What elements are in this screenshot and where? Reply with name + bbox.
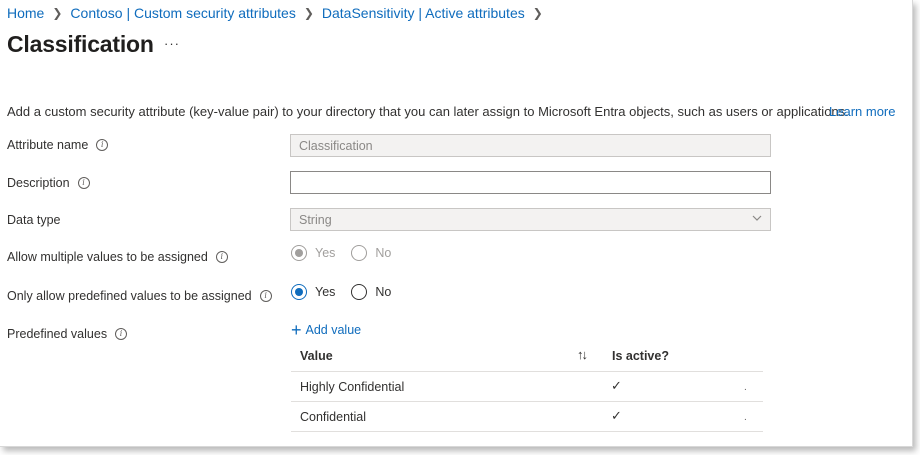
more-options-icon[interactable]: ··· [164, 36, 180, 51]
allow-multiple-label: Allow multiple values to be assigned i [7, 250, 228, 264]
breadcrumb-active-attributes-link[interactable]: DataSensitivity | Active attributes [322, 5, 525, 21]
description-field[interactable] [290, 171, 771, 194]
row-marker: . [744, 412, 747, 423]
chevron-right-icon: ❯ [52, 6, 63, 20]
chevron-down-icon [752, 215, 762, 221]
radio-yes-label: Yes [315, 285, 336, 299]
only-predefined-radio-group: Yes No [291, 284, 407, 300]
radio-unchecked-icon [351, 245, 368, 261]
check-icon: ✓ [611, 408, 622, 423]
breadcrumb-home-link[interactable]: Home [7, 5, 44, 21]
only-predefined-yes-radio[interactable]: Yes [291, 284, 335, 300]
row-value: Highly Confidential [300, 380, 405, 394]
description-label-text: Description [7, 176, 70, 190]
learn-more-link[interactable]: Learn more [829, 104, 895, 119]
allow-multiple-yes-radio[interactable]: Yes [291, 245, 335, 261]
check-icon: ✓ [611, 378, 622, 393]
data-type-label: Data type [7, 213, 61, 227]
attribute-name-label-text: Attribute name [7, 138, 89, 152]
radio-checked-icon [291, 284, 307, 300]
data-type-value: String [299, 212, 332, 227]
data-type-label-text: Data type [7, 213, 61, 227]
table-header: Value ↑↓ Is active? [291, 343, 763, 372]
intro-text: Add a custom security attribute (key-val… [7, 104, 849, 119]
add-value-button[interactable]: + Add value [291, 320, 362, 340]
breadcrumb-custom-security-attributes-link[interactable]: Contoso | Custom security attributes [70, 5, 295, 21]
info-icon[interactable]: i [215, 251, 228, 263]
info-icon[interactable]: i [115, 328, 128, 340]
description-label: Description i [7, 176, 90, 190]
predefined-values-table: Value ↑↓ Is active? Highly Confidential … [291, 343, 763, 432]
sort-icon[interactable]: ↑↓ [577, 347, 588, 362]
allow-multiple-radio-group: Yes No [291, 245, 407, 261]
only-predefined-label-text: Only allow predefined values to be assig… [7, 289, 252, 303]
only-predefined-no-radio[interactable]: No [351, 284, 391, 300]
radio-no-label: No [375, 285, 392, 299]
table-row[interactable]: Highly Confidential ✓ . [291, 372, 763, 402]
info-icon[interactable]: i [77, 177, 90, 189]
radio-checked-icon [291, 245, 307, 261]
add-value-label: Add value [305, 323, 362, 337]
attribute-name-field[interactable]: Classification [290, 134, 771, 157]
row-value: Confidential [300, 410, 367, 424]
page-title: Classification [7, 31, 154, 57]
chevron-right-icon: ❯ [532, 6, 543, 20]
info-icon[interactable]: i [259, 290, 272, 302]
allow-multiple-no-radio[interactable]: No [351, 245, 391, 261]
predefined-values-label-text: Predefined values [7, 327, 108, 341]
attribute-name-value: Classification [299, 138, 373, 153]
attribute-editor-panel: Home ❯ Contoso | Custom security attribu… [0, 0, 913, 447]
plus-icon: + [291, 320, 302, 340]
allow-multiple-label-text: Allow multiple values to be assigned [7, 250, 208, 264]
radio-no-label: No [375, 246, 392, 260]
chevron-right-icon: ❯ [303, 6, 314, 20]
only-predefined-label: Only allow predefined values to be assig… [7, 289, 272, 303]
column-header-value[interactable]: Value [300, 349, 333, 363]
info-icon[interactable]: i [96, 139, 109, 151]
breadcrumb: Home ❯ Contoso | Custom security attribu… [7, 5, 551, 21]
radio-yes-label: Yes [315, 246, 336, 260]
column-header-is-active[interactable]: Is active? [612, 349, 669, 363]
radio-unchecked-icon [351, 284, 368, 300]
data-type-dropdown[interactable]: String [290, 208, 771, 231]
row-marker: . [744, 382, 747, 393]
attribute-name-label: Attribute name i [7, 138, 109, 152]
table-row[interactable]: Confidential ✓ . [291, 402, 763, 432]
predefined-values-label: Predefined values i [7, 327, 128, 341]
